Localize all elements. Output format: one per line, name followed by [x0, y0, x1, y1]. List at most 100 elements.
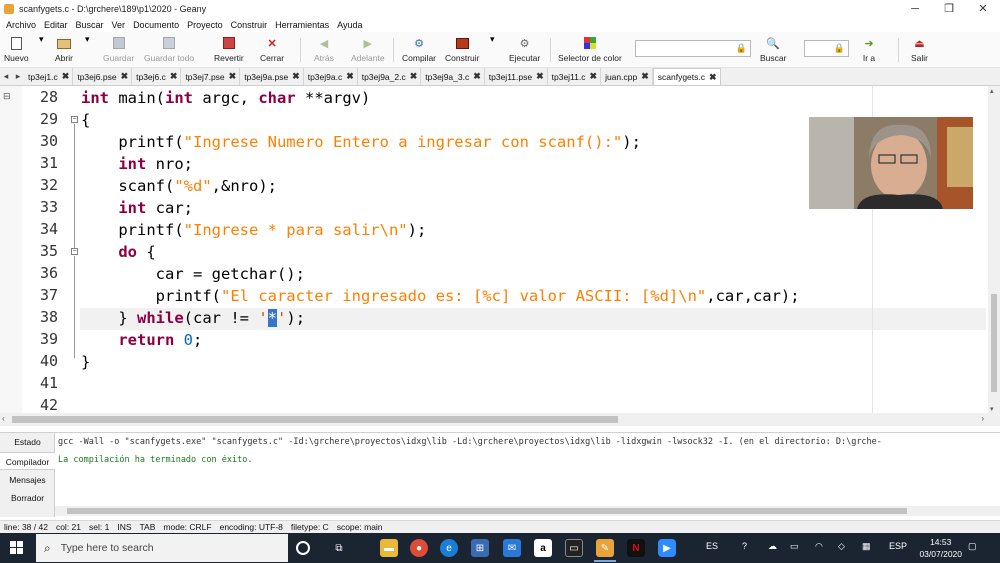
maximize-button[interactable]: ❐ — [932, 0, 966, 17]
edge-icon[interactable]: e — [440, 539, 458, 557]
menu-editar[interactable]: Editar — [40, 20, 72, 30]
tab-estado[interactable]: Estado — [0, 433, 55, 451]
store-icon[interactable]: ⊞ — [471, 539, 489, 557]
search-go-lock-icon[interactable]: 🔒 — [736, 43, 747, 54]
tab-tp3ej6-c[interactable]: tp3ej6.c ✖ — [132, 68, 182, 85]
color-picker-button[interactable]: Selector de color — [558, 34, 622, 66]
mail-icon[interactable]: ✉ — [503, 539, 521, 557]
battery-icon[interactable]: ▭ — [790, 541, 799, 552]
execute-button[interactable]: ⚙ Ejecutar — [509, 34, 540, 66]
tab-tp3ej11-pse[interactable]: tp3ej11.pse ✖ — [485, 68, 548, 85]
close-file-button[interactable]: ✕ Cerrar — [260, 34, 284, 66]
goto-line-input[interactable]: 🔒 — [804, 40, 849, 57]
goto-lock-icon[interactable]: 🔒 — [834, 43, 845, 54]
tab-close-icon[interactable]: ✖ — [292, 71, 300, 82]
close-window-button[interactable]: ✕ — [966, 0, 1000, 17]
scroll-left-icon[interactable]: ‹ — [2, 414, 5, 423]
quit-button[interactable]: ⏏ Salir — [911, 34, 928, 66]
tab-close-icon[interactable]: ✖ — [229, 71, 237, 82]
menu-archivo[interactable]: Archivo — [0, 20, 40, 30]
tab-tp3ej11-c[interactable]: tp3ej11.c ✖ — [548, 68, 602, 85]
find-button[interactable]: 🔍 Buscar — [760, 34, 786, 66]
taskbar-clock[interactable]: 14:53 03/07/2020 — [919, 536, 962, 560]
terminal-icon[interactable]: ▭ — [565, 539, 583, 557]
tab-close-icon[interactable]: ✖ — [62, 71, 70, 82]
toolbar-search-input[interactable]: 🔒 — [635, 40, 751, 57]
message-horizontal-scrollbar[interactable] — [55, 506, 1000, 516]
tab-close-icon[interactable]: ✖ — [641, 71, 649, 82]
tab-mensajes[interactable]: Mensajes — [0, 471, 55, 489]
task-view-icon[interactable]: ⧉ — [330, 539, 348, 557]
tab-close-icon[interactable]: ✖ — [121, 71, 129, 82]
menu-buscar[interactable]: Buscar — [72, 20, 108, 30]
new-file-button[interactable]: Nuevo — [4, 34, 29, 66]
tab-close-icon[interactable]: ✖ — [590, 71, 598, 82]
build-dropdown-chevron-icon[interactable]: ▾ — [490, 34, 495, 66]
revert-button[interactable]: Revertir — [214, 34, 244, 66]
fold-minus-icon[interactable]: − — [71, 248, 78, 255]
tab-close-icon[interactable]: ✖ — [536, 71, 544, 82]
help-icon[interactable]: ? — [742, 541, 747, 551]
minimize-button[interactable]: ─ — [898, 0, 932, 17]
editor-horizontal-scrollbar[interactable]: ‹ › — [0, 413, 1000, 426]
scrollbar-thumb[interactable] — [67, 508, 907, 514]
onedrive-cloud-icon[interactable]: ☁ — [768, 541, 777, 552]
forward-button[interactable]: ▶ Adelante — [351, 34, 385, 66]
tab-close-icon[interactable]: ✖ — [473, 71, 481, 82]
tab-close-icon[interactable]: ✖ — [410, 71, 418, 82]
tab-close-icon[interactable]: ✖ — [709, 72, 717, 83]
tab-tp3ej9a-c[interactable]: tp3ej9a.c ✖ — [304, 68, 358, 85]
menu-herramientas[interactable]: Herramientas — [271, 20, 333, 30]
save-all-button[interactable]: Guardar todo — [144, 34, 194, 66]
tab-scanfygets-c[interactable]: scanfygets.c ✖ — [652, 68, 721, 85]
selected-text[interactable]: * — [267, 309, 278, 327]
save-button[interactable]: Guardar — [103, 34, 134, 66]
network-icon[interactable]: ◠ — [815, 541, 823, 552]
tab-close-icon[interactable]: ✖ — [346, 71, 354, 82]
tab-tp3ej1-c[interactable]: tp3ej1.c ✖ — [24, 68, 74, 85]
goto-button[interactable]: ➜ Ir a — [862, 34, 876, 66]
menu-documento[interactable]: Documento — [129, 20, 183, 30]
notifications-icon[interactable]: ▢ — [968, 541, 977, 552]
scroll-right-icon[interactable]: › — [981, 414, 984, 423]
menu-ver[interactable]: Ver — [108, 20, 130, 30]
menu-ayuda[interactable]: Ayuda — [333, 20, 366, 30]
keyboard-icon[interactable]: ▦ — [862, 541, 871, 552]
dropbox-icon[interactable]: ◇ — [838, 541, 845, 552]
open-file-dropdown-chevron-icon[interactable]: ▾ — [85, 34, 90, 66]
tab-close-icon[interactable]: ✖ — [170, 71, 178, 82]
fold-minus-icon[interactable]: − — [71, 116, 78, 123]
language-indicator[interactable]: ES — [706, 541, 718, 551]
menu-proyecto[interactable]: Proyecto — [183, 20, 227, 30]
chrome-icon[interactable]: ● — [410, 539, 428, 557]
tab-tp3ej7-pse[interactable]: tp3ej7.pse ✖ — [181, 68, 241, 85]
netflix-icon[interactable]: N — [627, 539, 645, 557]
windows-start-icon[interactable] — [10, 541, 24, 555]
zoom-icon[interactable]: ▶ — [658, 539, 676, 557]
tab-tp3ej9a-3-c[interactable]: tp3ej9a_3.c ✖ — [421, 68, 485, 85]
tab-compilador[interactable]: Compilador — [0, 452, 55, 470]
scrollbar-thumb[interactable] — [991, 294, 997, 392]
open-file-button[interactable]: Abrir — [55, 34, 73, 66]
tab-juan-cpp[interactable]: juan.cpp ✖ — [601, 68, 653, 85]
compile-button[interactable]: ⚙ Compilar — [402, 34, 436, 66]
scroll-up-icon[interactable]: ▴ — [990, 87, 994, 95]
new-file-dropdown-chevron-icon[interactable]: ▾ — [39, 34, 44, 66]
geany-taskbar-icon[interactable]: ✎ — [596, 539, 614, 557]
cortana-icon[interactable] — [296, 541, 310, 555]
menu-construir[interactable]: Construir — [227, 20, 272, 30]
scroll-down-icon[interactable]: ▾ — [990, 405, 994, 413]
file-explorer-icon[interactable]: ▬ — [380, 539, 398, 557]
fold-toggle-icon[interactable]: ⊟ — [3, 91, 11, 102]
tabs-scroll-right-icon[interactable]: ▸ — [12, 68, 24, 85]
build-button[interactable]: Construir — [445, 34, 479, 66]
tab-tp3ej9a-2-c[interactable]: tp3ej9a_2.c ✖ — [358, 68, 422, 85]
back-button[interactable]: ◀ Atrás — [314, 34, 334, 66]
tab-tp3ej6-pse[interactable]: tp3ej6.pse ✖ — [73, 68, 133, 85]
editor-vertical-scrollbar[interactable]: ▴ ▾ — [988, 86, 1000, 414]
tabs-scroll-left-icon[interactable]: ◂ — [0, 68, 12, 85]
input-language-indicator[interactable]: ESP — [889, 541, 907, 551]
amazon-icon[interactable]: a — [534, 539, 552, 557]
scrollbar-thumb[interactable] — [12, 416, 618, 423]
tab-borrador[interactable]: Borrador — [0, 489, 55, 507]
